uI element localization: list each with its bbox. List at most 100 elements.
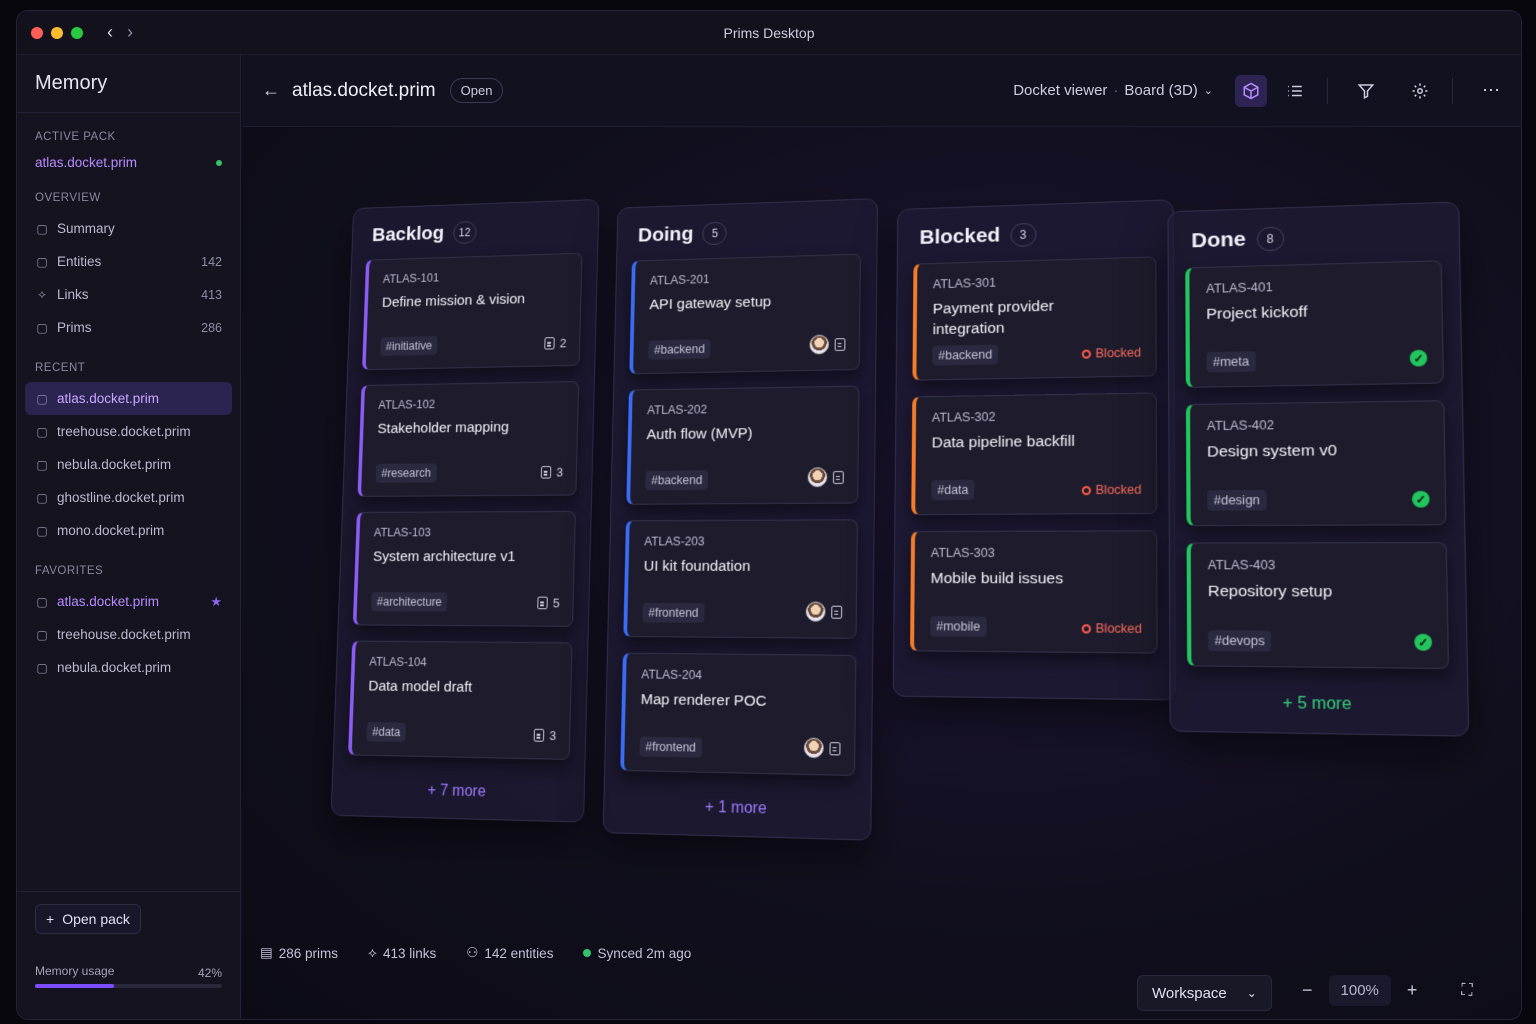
card-id: ATLAS-103 — [373, 525, 432, 540]
overview-item-prims[interactable]: ▢ Prims 286 — [17, 311, 240, 344]
favorite-item-label: treehouse.docket.prim — [57, 627, 191, 642]
recent-item[interactable]: ▢ ghostline.docket.prim — [17, 481, 240, 514]
show-more-link[interactable]: + 1 more — [604, 786, 871, 839]
edit-note-icon[interactable] — [834, 337, 846, 351]
zoom-out-button[interactable]: − — [1302, 980, 1313, 1001]
star-icon[interactable]: ★ — [210, 594, 222, 610]
recent-item[interactable]: ▢ atlas.docket.prim — [25, 382, 232, 415]
forward-nav-icon[interactable]: › — [127, 22, 133, 43]
task-card[interactable]: ATLAS-401 Project kickoff #meta ✓ — [1185, 260, 1445, 388]
card-tag[interactable]: #backend — [932, 344, 999, 366]
task-card[interactable]: ATLAS-103 System architecture v1 #architec… — [352, 510, 576, 627]
card-tag[interactable]: #frontend — [639, 736, 702, 758]
recent-item[interactable]: ▢ treehouse.docket.prim — [17, 415, 240, 448]
view-mode-selector[interactable]: Docket viewer · Board (3D) ⌄ — [1013, 82, 1213, 99]
show-more-link[interactable]: + 5 more — [1170, 683, 1468, 736]
card-tag[interactable]: #architecture — [371, 592, 448, 612]
assignee-avatar[interactable] — [809, 334, 830, 355]
minimize-window-button[interactable] — [51, 26, 63, 39]
recent-item-label: treehouse.docket.prim — [57, 424, 191, 439]
cube-view-button[interactable] — [1235, 74, 1267, 107]
task-card[interactable]: ATLAS-302 Data pipeline backfill #data Bloc… — [911, 392, 1158, 516]
document-icon: ▢ — [36, 594, 48, 609]
card-id: ATLAS-303 — [930, 545, 995, 560]
document-icon: ▢ — [36, 424, 48, 439]
assignee-avatar[interactable] — [803, 737, 824, 759]
back-arrow-icon[interactable]: ← — [262, 80, 280, 101]
document-icon: ▢ — [36, 457, 48, 472]
zoom-level[interactable]: 100% — [1328, 975, 1391, 1006]
task-card[interactable]: ATLAS-104 Data model draft #data 3 — [348, 640, 573, 760]
card-tag[interactable]: #frontend — [642, 602, 705, 623]
prims-stat: ▤ 286 prims — [260, 945, 338, 961]
task-card[interactable]: ATLAS-301 Payment provider integration #ba… — [912, 256, 1157, 381]
status-pill[interactable]: Open — [449, 78, 504, 103]
card-tag[interactable]: #devops — [1208, 630, 1272, 652]
card-tag[interactable]: #data — [366, 722, 407, 743]
favorites-list: ▢ atlas.docket.prim ★ ▢ treehouse.docket.pri… — [17, 585, 240, 684]
zoom-in-button[interactable]: + — [1407, 980, 1418, 1001]
back-nav-icon[interactable]: ‹ — [107, 22, 113, 43]
card-tag[interactable]: #backend — [648, 339, 711, 360]
overview-item-label: Entities — [57, 254, 102, 269]
edit-note-icon[interactable] — [831, 605, 843, 619]
card-tag[interactable]: #mobile — [930, 616, 987, 637]
recent-item[interactable]: ▢ mono.docket.prim — [17, 514, 240, 547]
overview-item-entities[interactable]: ▢ Entities 142 — [17, 245, 240, 278]
card-tag[interactable]: #data — [931, 479, 975, 501]
toolbar-divider — [1327, 77, 1328, 104]
close-window-button[interactable] — [31, 26, 43, 39]
prim-icon: ▢ — [36, 320, 48, 335]
task-card[interactable]: ATLAS-402 Design system v0 #design ✓ — [1185, 400, 1447, 527]
favorite-item[interactable]: ▢ atlas.docket.prim ★ — [17, 585, 240, 618]
fullscreen-icon[interactable]: ⛶ — [1461, 982, 1472, 1000]
overview-item-summary[interactable]: ▢ Summary — [17, 212, 240, 245]
assignee-avatar[interactable] — [805, 601, 826, 622]
recent-item[interactable]: ▢ nebula.docket.prim — [17, 448, 240, 481]
assignee-avatar[interactable] — [807, 467, 828, 488]
task-card[interactable]: ATLAS-202 Auth flow (MVP) #backend — [626, 385, 860, 505]
overview-item-label: Links — [57, 287, 89, 302]
task-card[interactable]: ATLAS-102 Stakeholder mapping #research 3 — [357, 380, 580, 497]
overview-item-count: 142 — [201, 254, 222, 269]
card-tag[interactable]: #backend — [645, 470, 709, 491]
card-tag[interactable]: #meta — [1206, 351, 1256, 373]
card-meta — [809, 334, 846, 355]
favorite-item[interactable]: ▢ treehouse.docket.prim — [17, 618, 240, 651]
card-id: ATLAS-302 — [931, 409, 996, 425]
column-title: Backlog — [371, 222, 445, 246]
show-more-link[interactable] — [894, 667, 1175, 699]
column-title: Doing — [637, 222, 694, 247]
document-icon: ▢ — [36, 523, 48, 538]
favorite-item[interactable]: ▢ nebula.docket.prim — [17, 651, 240, 684]
workspace-select[interactable]: Workspace ⌄ — [1137, 975, 1272, 1011]
active-pack-item[interactable]: atlas.docket.prim — [17, 151, 240, 174]
edit-note-icon[interactable] — [829, 741, 841, 755]
card-tag[interactable]: #research — [375, 463, 437, 483]
view-mode-label: Board (3D) — [1124, 82, 1198, 99]
maximize-window-button[interactable] — [71, 26, 83, 39]
blocked-label: Blocked — [1095, 345, 1142, 361]
card-tag[interactable]: #initiative — [380, 336, 438, 356]
task-card[interactable]: ATLAS-204 Map renderer POC #frontend — [620, 652, 857, 777]
memory-usage-value: 42% — [197, 966, 222, 980]
card-id: ATLAS-104 — [369, 655, 427, 670]
settings-button[interactable] — [1404, 75, 1436, 107]
task-card[interactable]: ATLAS-303 Mobile build issues #mobile Block… — [910, 530, 1158, 654]
edit-note-icon[interactable] — [832, 470, 844, 484]
task-card[interactable]: ATLAS-203 UI kit foundation #frontend — [623, 519, 858, 639]
list-view-button[interactable] — [1279, 75, 1311, 107]
filter-button[interactable] — [1350, 75, 1382, 107]
task-card[interactable]: ATLAS-201 API gateway setup #backend — [629, 253, 861, 375]
blocked-label: Blocked — [1095, 482, 1142, 498]
overview-item-links[interactable]: ⟡ Links 413 — [17, 278, 240, 311]
window-controls — [31, 26, 83, 39]
open-pack-button[interactable]: + Open pack — [35, 904, 141, 934]
show-more-link[interactable]: + 7 more — [332, 770, 585, 821]
task-card[interactable]: ATLAS-101 Define mission & vision #initiat… — [362, 252, 583, 371]
card-meta: Blocked — [1081, 621, 1142, 636]
card-tag[interactable]: #design — [1207, 489, 1267, 511]
task-card[interactable]: ATLAS-403 Repository setup #devops ✓ — [1186, 542, 1450, 670]
column-count-badge: 5 — [702, 221, 728, 246]
more-options-button[interactable]: ⋯ — [1475, 75, 1507, 107]
